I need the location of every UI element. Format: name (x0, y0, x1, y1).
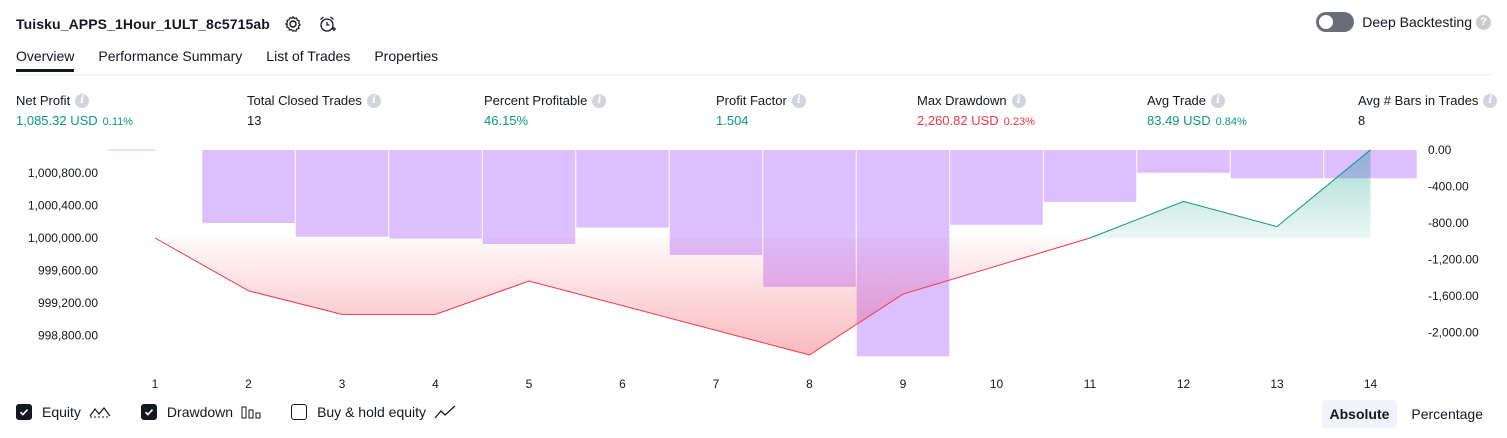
legend-label: Buy & hold equity (317, 404, 427, 420)
info-icon[interactable]: i (366, 93, 381, 108)
info-icon[interactable]: i (1211, 93, 1226, 108)
metric-profit-factor: Profit Factor i 1.504 (716, 93, 806, 128)
x-tick-label: 1 (152, 377, 159, 391)
metric-value: 2,260.82 USD (917, 113, 999, 128)
drawdown-bar (389, 150, 482, 239)
metric-percent-profitable: Percent Profitable i 46.15% (484, 93, 607, 128)
metric-percent: 0.11% (102, 116, 134, 128)
deep-backtesting: Deep Backtesting ? (1316, 12, 1491, 32)
y-right-tick-label: -1,600.00 (1428, 289, 1479, 303)
y-left-tick-label: 1,000,400.00 (28, 199, 98, 213)
alarm-clock-plus-icon[interactable] (316, 13, 338, 35)
metric-value: 46.15% (484, 113, 529, 128)
equity-drawdown-chart[interactable]: 1,000,800.00 1,000,400.00 1,000,000.00 999,… (0, 140, 1507, 396)
metric-avg-trade: Avg Trade i 83.49 USD 0.84% (1147, 93, 1247, 128)
y-left-tick-label: 998,800.00 (38, 329, 98, 343)
x-tick-label: 4 (432, 377, 439, 391)
tab-bar: Overview Performance Summary List of Tra… (16, 48, 462, 72)
absolute-button[interactable]: Absolute (1321, 400, 1398, 428)
legend-equity[interactable]: Equity (16, 404, 111, 420)
metric-net-profit: Net Profit i 1,085.32 USD 0.11% (16, 93, 133, 128)
y-right-tick-label: -400.00 (1428, 180, 1469, 194)
trend-line-icon (434, 405, 456, 419)
x-tick-label: 12 (1177, 377, 1191, 391)
x-tick-label: 14 (1364, 377, 1378, 391)
x-tick-label: 9 (900, 377, 907, 391)
info-icon[interactable]: i (75, 93, 90, 108)
metric-label: Avg Trade (1147, 93, 1207, 108)
y-right-tick-label: -1,200.00 (1428, 253, 1479, 267)
gear-icon[interactable] (282, 13, 304, 35)
y-left-tick-label: 1,000,000.00 (28, 231, 98, 245)
metric-percent: 0.84% (1215, 116, 1247, 128)
tab-properties[interactable]: Properties (374, 48, 438, 72)
x-tick-label: 10 (990, 377, 1004, 391)
x-tick-label: 7 (713, 377, 720, 391)
chart-legend: Equity Drawdown Buy & hold equity (16, 404, 486, 420)
metric-avg-bars-in-trades: Avg # Bars in Trades i 8 (1358, 93, 1498, 128)
x-tick-label: 6 (619, 377, 626, 391)
metric-label: Net Profit (16, 93, 71, 108)
tab-overview[interactable]: Overview (16, 48, 75, 72)
tab-divider (16, 74, 1491, 76)
legend-label: Equity (42, 404, 81, 420)
drawdown-bar (1043, 150, 1137, 203)
equity-checkbox[interactable] (16, 404, 32, 420)
tab-list-of-trades[interactable]: List of Trades (266, 48, 350, 72)
metric-label: Avg # Bars in Trades (1358, 93, 1479, 108)
line-chart-icon (89, 405, 111, 419)
y-right-tick-label: -800.00 (1428, 216, 1469, 230)
metric-value: 13 (247, 113, 262, 128)
drawdown-bar (1230, 150, 1324, 179)
y-left-tick-label: 999,200.00 (38, 296, 98, 310)
info-icon[interactable]: i (791, 93, 806, 108)
metric-value: 8 (1358, 113, 1366, 128)
y-right-tick-label: -2,000.00 (1428, 326, 1479, 340)
legend-buy-hold-equity[interactable]: Buy & hold equity (291, 404, 456, 420)
metric-value: 1,085.32 USD (16, 113, 98, 128)
buy-hold-checkbox[interactable] (291, 404, 308, 420)
info-icon[interactable]: i (592, 93, 607, 108)
x-tick-label: 2 (245, 377, 252, 391)
info-icon[interactable]: i (1011, 93, 1026, 108)
metric-total-closed-trades: Total Closed Trades i 13 (247, 93, 381, 128)
help-icon[interactable]: ? (1476, 14, 1491, 30)
deep-backtesting-toggle[interactable] (1316, 12, 1355, 32)
x-tick-label: 8 (806, 377, 813, 391)
drawdown-checkbox[interactable] (140, 404, 157, 420)
value-mode-switch: Absolute Percentage (1316, 400, 1492, 428)
metric-label: Max Drawdown (917, 93, 1007, 108)
drawdown-bar (482, 150, 576, 244)
metric-label: Percent Profitable (484, 93, 588, 108)
metric-value: 1.504 (716, 113, 749, 128)
info-icon[interactable]: i (1483, 93, 1498, 108)
drawdown-bar (202, 150, 295, 223)
x-tick-label: 3 (339, 377, 346, 391)
tab-performance-summary[interactable]: Performance Summary (98, 48, 242, 72)
metric-label: Profit Factor (716, 93, 787, 108)
equity-loss-area (155, 238, 1090, 355)
y-left-tick-label: 1,000,800.00 (28, 166, 98, 180)
x-tick-label: 13 (1270, 377, 1284, 391)
percentage-button[interactable]: Percentage (1403, 400, 1491, 428)
deep-backtesting-label: Deep Backtesting (1362, 14, 1472, 30)
x-tick-label: 5 (526, 377, 533, 391)
x-tick-label: 11 (1084, 377, 1097, 391)
bar-chart-icon (241, 405, 261, 419)
header: Tuisku_APPS_1Hour_1ULT_8c5715ab (16, 12, 338, 36)
metric-value: 83.49 USD (1147, 113, 1211, 128)
strategy-name: Tuisku_APPS_1Hour_1ULT_8c5715ab (16, 16, 270, 32)
legend-drawdown[interactable]: Drawdown (140, 404, 261, 420)
metric-max-drawdown: Max Drawdown i 2,260.82 USD 0.23% (917, 93, 1035, 128)
drawdown-bar (576, 150, 669, 228)
drawdown-bar (950, 150, 1043, 225)
drawdown-bar (295, 150, 389, 237)
y-left-tick-label: 999,600.00 (38, 264, 98, 278)
y-right-tick-label: 0.00 (1428, 143, 1452, 157)
metric-percent: 0.23% (1003, 116, 1035, 128)
legend-label: Drawdown (166, 404, 234, 420)
drawdown-bar (1137, 150, 1230, 173)
metric-label: Total Closed Trades (247, 93, 362, 108)
